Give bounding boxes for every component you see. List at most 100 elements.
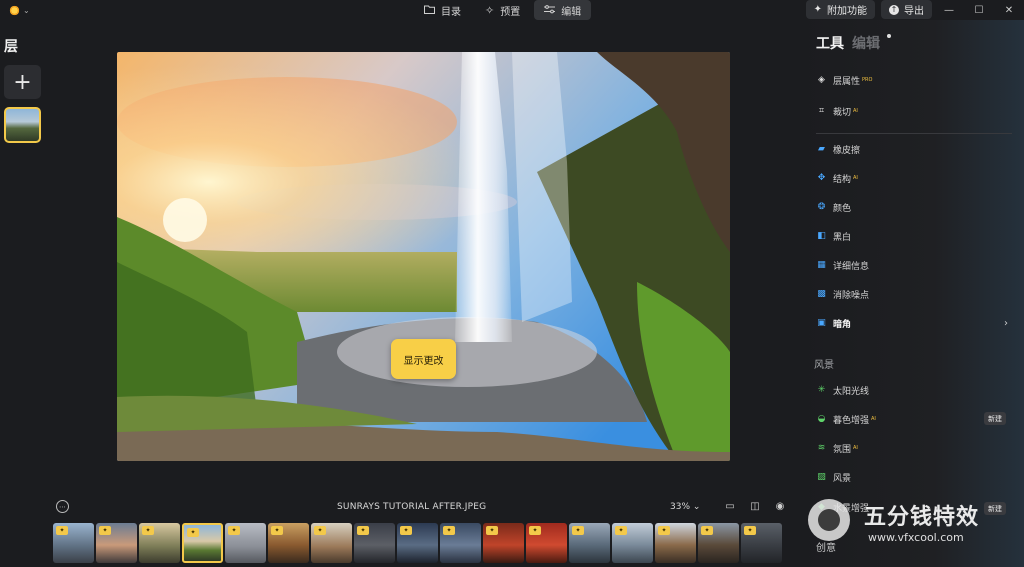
sun-icon <box>8 3 21 17</box>
structure-icon: ✥ <box>817 173 826 183</box>
tool-golden-hour[interactable]: ◒ 暮色增强 AI <box>816 412 876 426</box>
tool-black-white[interactable]: ◧ 黑白 <box>816 229 851 243</box>
maximize-button[interactable]: ☐ <box>964 0 994 20</box>
tool-vignette[interactable]: ▣ 暗角 <box>816 316 851 330</box>
film-thumbnail[interactable]: ✦ <box>397 523 438 563</box>
compare-screen-icon[interactable]: ▭ <box>723 499 737 513</box>
film-thumbnail[interactable]: ✦ <box>698 523 739 563</box>
tools-panel: 工具 编辑 ◈ 层属性 PRO ⌗ 裁切 AI ▰ 橡皮擦 ✥ 结构 AI ❂ … <box>800 20 1024 567</box>
film-thumbnail[interactable]: ✦ <box>440 523 481 563</box>
tab-presets[interactable]: ✧ 预置 <box>475 0 530 20</box>
film-thumbnail[interactable]: ✦ <box>483 523 524 563</box>
chevron-down-icon: ⌄ <box>23 5 30 15</box>
film-thumbnail[interactable]: ✦ <box>311 523 352 563</box>
pro-badge: PRO <box>862 77 873 83</box>
tool-label: 暮色增强 <box>833 415 870 426</box>
waterfall-photo <box>117 52 730 461</box>
film-thumbnail[interactable]: ✦ <box>612 523 653 563</box>
film-thumbnail[interactable]: ✦ <box>268 523 309 563</box>
ai-badge: AI <box>871 416 876 422</box>
layer-thumbnail[interactable] <box>4 107 41 143</box>
preset-badge-icon: ✦ <box>314 526 326 535</box>
preset-badge-icon: ✦ <box>744 526 756 535</box>
preset-badge-icon: ✦ <box>357 526 369 535</box>
file-name: SUNRAYS TUTORIAL AFTER.JPEG <box>337 502 487 512</box>
close-button[interactable]: ✕ <box>994 0 1024 20</box>
ai-badge: AI <box>853 108 858 114</box>
tool-denoise[interactable]: ▩ 消除噪点 <box>816 287 869 301</box>
waves-icon: ≋ <box>817 443 826 453</box>
tab-catalog[interactable]: 目录 <box>414 0 471 20</box>
preset-badge-icon: ✦ <box>142 526 154 535</box>
preset-badge-icon: ✦ <box>99 526 111 535</box>
tab-presets-label: 预置 <box>500 6 521 18</box>
show-changes-button[interactable]: 显示更改 <box>391 339 456 379</box>
minimize-button[interactable]: — <box>934 0 964 20</box>
folder-icon <box>424 4 435 17</box>
film-thumbnail[interactable]: ✦ <box>354 523 395 563</box>
tab-edit[interactable]: 编辑 <box>534 0 592 20</box>
tool-layer-properties[interactable]: ◈ 层属性 PRO <box>816 73 872 87</box>
film-thumbnail[interactable]: ✦ <box>569 523 610 563</box>
sliders-icon <box>544 4 556 17</box>
chevron-right-icon[interactable]: › <box>1004 318 1008 329</box>
tool-crop[interactable]: ⌗ 裁切 AI <box>816 104 858 118</box>
section-landscape: 风景 <box>814 360 834 371</box>
eye-icon[interactable]: ◉ <box>773 499 787 513</box>
preset-badge-icon: ✦ <box>486 526 498 535</box>
vignette-icon: ▣ <box>817 318 826 328</box>
film-thumbnail[interactable]: ✦ <box>655 523 696 563</box>
app-menu-button[interactable]: ⌄ <box>8 2 38 18</box>
watermark: 五分钱特效 www.vfxcool.com 创意 <box>800 495 1024 567</box>
addons-label: 附加功能 <box>827 6 867 17</box>
film-thumbnail[interactable]: ✦ <box>741 523 782 563</box>
tab-catalog-label: 目录 <box>441 6 461 18</box>
ai-badge: AI <box>853 175 858 181</box>
details-icon: ▦ <box>817 260 826 270</box>
tool-label: 层属性 <box>833 76 861 87</box>
tab-edit-label: 编辑 <box>561 6 582 18</box>
tool-landscape[interactable]: ▨ 风景 <box>816 470 851 484</box>
tool-label: 橡皮擦 <box>833 145 861 156</box>
tab-tools[interactable]: 工具 <box>816 33 844 53</box>
film-thumbnail[interactable]: ✦ <box>96 523 137 563</box>
preset-badge-icon: ✦ <box>615 526 627 535</box>
tool-eraser[interactable]: ▰ 橡皮擦 <box>816 142 860 156</box>
export-label: 导出 <box>904 6 924 17</box>
section-creative: 创意 <box>816 543 836 554</box>
film-thumbnail[interactable]: ✦ <box>225 523 266 563</box>
zoom-dropdown[interactable]: 33% ⌄ <box>670 502 700 512</box>
new-badge: 新建 <box>984 412 1006 425</box>
film-thumbnail-active[interactable]: ✦ <box>182 523 223 563</box>
divider <box>816 133 1012 134</box>
split-view-icon[interactable]: ◫ <box>748 499 762 513</box>
tool-label: 消除噪点 <box>833 290 870 301</box>
preset-badge-icon: ✦ <box>701 526 713 535</box>
tool-color[interactable]: ❂ 颜色 <box>816 200 851 214</box>
more-options-button[interactable]: ⋯ <box>56 500 69 513</box>
tab-edits[interactable]: 编辑 <box>852 33 880 53</box>
film-thumbnail[interactable]: ✦ <box>53 523 94 563</box>
upload-icon: ↑ <box>889 4 899 15</box>
tool-sun-rays[interactable]: ✳ 太阳光线 <box>816 383 869 397</box>
layers-icon: ◈ <box>818 75 825 85</box>
film-thumbnail[interactable]: ✦ <box>526 523 567 563</box>
preset-badge-icon: ✦ <box>658 526 670 535</box>
color-icon: ❂ <box>817 202 826 212</box>
image-icon: ▨ <box>817 472 826 482</box>
tool-structure[interactable]: ✥ 结构 AI <box>816 171 858 185</box>
unsaved-dot <box>887 34 891 38</box>
filmstrip: ✦ ✦ ✦ ✦ ✦ ✦ ✦ ✦ ✦ ✦ ✦ ✦ ✦ ✦ ✦ ✦ ✦ <box>53 523 782 563</box>
photo-canvas[interactable] <box>117 52 730 461</box>
film-thumbnail[interactable]: ✦ <box>139 523 180 563</box>
tool-label: 氛围 <box>833 444 852 455</box>
tool-label: 结构 <box>833 174 852 185</box>
tool-label: 太阳光线 <box>833 386 870 397</box>
addons-button[interactable]: ✦ 附加功能 <box>805 0 875 19</box>
add-layer-button[interactable]: + <box>4 65 41 99</box>
preset-badge-icon: ✦ <box>443 526 455 535</box>
tool-atmosphere[interactable]: ≋ 氛围 AI <box>816 441 858 455</box>
tool-details[interactable]: ▦ 详细信息 <box>816 258 869 272</box>
half-square-icon: ◧ <box>817 231 826 241</box>
export-button[interactable]: ↑ 导出 <box>881 0 932 19</box>
